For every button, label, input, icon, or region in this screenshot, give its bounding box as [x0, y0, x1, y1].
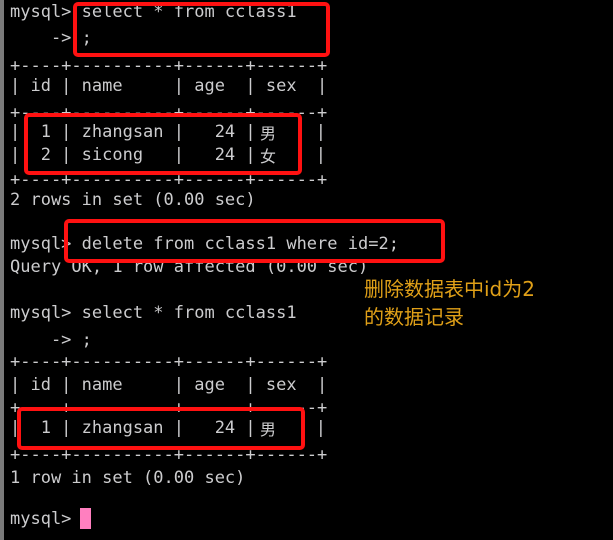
- terminal-line-continuation-1: -> ;: [10, 28, 92, 48]
- table-separator-mid-1: +----+----------+------+------+: [10, 103, 328, 123]
- terminal-line-query-ok: Query OK, 1 row affected (0.00 sec): [10, 257, 369, 277]
- terminal-line-final-prompt: mysql>: [10, 509, 72, 529]
- text-cursor[interactable]: [80, 508, 91, 529]
- table-row-1-sex: 男: [260, 124, 277, 143]
- result-footer-1: 2 rows in set (0.00 sec): [10, 190, 256, 210]
- terminal-line-delete-statement: mysql> delete from cclass1 where id=2;: [10, 234, 399, 254]
- table-header-row-1: | id | name | age | sex |: [10, 76, 328, 96]
- table-row-2-suffix: |: [285, 145, 326, 165]
- terminal-line-prompt-select-2: mysql> select * from cclass1: [10, 303, 297, 323]
- table-row-1-suffix: |: [285, 122, 326, 142]
- table-header-row-2: | id | name | age | sex |: [10, 375, 328, 395]
- result-footer-2: 1 row in set (0.00 sec): [10, 468, 246, 488]
- terminal-output-area[interactable]: mysql> select * from cclass1 -> ; +----+…: [4, 0, 613, 540]
- table-separator-mid-2: +----+----------+------+------+: [10, 398, 328, 418]
- table-row-1-prefix: | 1 | zhangsan | 24 |: [10, 122, 266, 142]
- annotation-line-1: 删除数据表中id为2: [364, 277, 535, 301]
- table-row-3-sex: 男: [260, 420, 277, 439]
- table-separator-top-1: +----+----------+------+------+: [10, 56, 328, 76]
- terminal-screen: mysql> select * from cclass1 -> ; +----+…: [0, 0, 613, 540]
- terminal-line-prompt-select-1: mysql> select * from cclass1: [10, 2, 297, 22]
- table-row-3-prefix: | 1 | zhangsan | 24 |: [10, 418, 266, 438]
- table-separator-bottom-1: +----+----------+------+------+: [10, 170, 328, 190]
- terminal-line-continuation-2: -> ;: [10, 330, 92, 350]
- table-row-3-suffix: |: [285, 418, 326, 438]
- table-separator-bottom-2: +----+----------+------+------+: [10, 445, 328, 465]
- annotation-line-2: 的数据记录: [364, 305, 464, 329]
- table-separator-top-2: +----+----------+------+------+: [10, 352, 328, 372]
- table-row-2-prefix: | 2 | sicong | 24 |: [10, 145, 266, 165]
- table-row-2-sex: 女: [260, 147, 277, 166]
